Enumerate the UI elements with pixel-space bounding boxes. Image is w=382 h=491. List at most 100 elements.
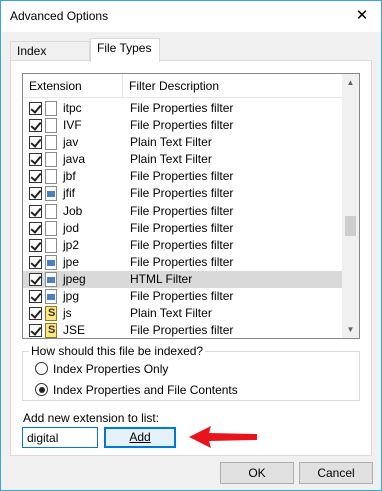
list-item[interactable]: jav Plain Text Filter: [23, 134, 343, 151]
filter-description-cell: File Properties filter: [130, 323, 234, 338]
extension-list[interactable]: Extension Filter Description itpc File Pr…: [22, 73, 360, 339]
new-extension-input[interactable]: [22, 427, 98, 448]
column-header-filter-description[interactable]: Filter Description: [123, 74, 343, 98]
image-file-icon: [45, 186, 57, 202]
filter-description-cell: File Properties filter: [130, 289, 234, 304]
checkbox[interactable]: [29, 170, 42, 184]
filter-description-cell: File Properties filter: [130, 118, 234, 133]
list-item[interactable]: js Plain Text Filter: [23, 305, 343, 322]
filter-description-cell: File Properties filter: [130, 169, 234, 184]
filter-description-cell: Plain Text Filter: [130, 306, 212, 321]
file-icon: [45, 101, 57, 116]
checkbox[interactable]: [29, 272, 42, 286]
filter-description-cell: Plain Text Filter: [130, 152, 212, 167]
checkbox[interactable]: [29, 238, 42, 252]
checkbox[interactable]: [29, 290, 42, 304]
red-arrow-annotation: [189, 426, 257, 448]
list-item[interactable]: jfif File Properties filter: [23, 185, 343, 202]
scroll-up-icon[interactable]: ▲: [342, 74, 359, 91]
checkbox[interactable]: [29, 221, 42, 235]
filter-description-cell: HTML Filter: [130, 271, 193, 286]
close-icon[interactable]: ✕: [351, 5, 373, 27]
extension-cell: jfif: [63, 186, 75, 201]
filter-description-cell: Plain Text Filter: [130, 135, 212, 150]
list-item[interactable]: IVF File Properties filter: [23, 117, 343, 134]
vertical-scrollbar[interactable]: ▲ ▼: [342, 74, 359, 338]
radio-label: Index Properties and File Contents: [53, 383, 238, 397]
checkbox[interactable]: [29, 119, 42, 133]
list-item[interactable]: jod File Properties filter: [23, 220, 343, 237]
scroll-down-icon[interactable]: ▼: [342, 321, 359, 338]
file-icon: [45, 169, 57, 185]
list-item[interactable]: jpeg HTML Filter: [23, 270, 343, 289]
scroll-thumb[interactable]: [345, 216, 356, 236]
extension-cell: jp2: [63, 237, 80, 252]
file-icon: [45, 135, 57, 151]
filter-description-cell: File Properties filter: [130, 101, 234, 115]
filter-description-cell: File Properties filter: [130, 220, 234, 235]
tab-label: File Types: [97, 41, 152, 55]
extension-cell: Job: [63, 203, 83, 218]
index-method-group: How should this file be indexed? Index P…: [22, 344, 360, 401]
extension-cell: jpeg: [63, 271, 86, 286]
checkbox[interactable]: [29, 102, 42, 115]
extension-cell: jpe: [63, 254, 80, 269]
checkbox[interactable]: [29, 204, 42, 218]
file-icon: [45, 152, 57, 168]
tab-file-types[interactable]: File Types: [90, 38, 160, 62]
list-item[interactable]: jp2 File Properties filter: [23, 237, 343, 254]
extension-cell: jod: [63, 220, 80, 235]
checkbox[interactable]: [29, 187, 42, 201]
file-icon: [45, 237, 57, 253]
window-title: Advanced Options: [10, 9, 109, 23]
add-extension-label: Add new extension to list:: [23, 411, 160, 425]
list-item[interactable]: jbf File Properties filter: [23, 168, 343, 185]
image-file-icon: [45, 254, 57, 270]
checkbox[interactable]: [29, 324, 42, 338]
group-legend: How should this file be indexed?: [29, 344, 206, 358]
extension-cell: jbf: [63, 169, 76, 184]
file-icon: [45, 118, 57, 134]
column-header-extension[interactable]: Extension: [23, 74, 123, 98]
tab-index-settings[interactable]: Index Settings: [10, 41, 90, 76]
image-file-icon: [45, 271, 57, 287]
script-file-icon: [45, 305, 57, 322]
filter-description-cell: File Properties filter: [130, 237, 234, 252]
list-item[interactable]: jpe File Properties filter: [23, 254, 343, 271]
radio-label: Index Properties Only: [53, 362, 169, 376]
ok-button[interactable]: OK: [220, 462, 294, 484]
checkbox[interactable]: [29, 255, 42, 269]
add-button-label: Add: [129, 430, 151, 444]
extension-cell: itpc: [63, 101, 82, 115]
list-item[interactable]: itpc File Properties filter: [23, 100, 343, 117]
add-button[interactable]: Add: [104, 427, 176, 448]
list-header: Extension Filter Description: [23, 74, 343, 98]
extension-cell: jpg: [63, 289, 80, 304]
checkbox[interactable]: [29, 153, 42, 167]
list-rows: itpc File Properties filter IVF File Proper…: [23, 100, 343, 338]
radio-index-properties-and-contents[interactable]: Index Properties and File Contents: [35, 381, 285, 399]
list-item[interactable]: java Plain Text Filter: [23, 151, 343, 168]
radio-index-properties-only[interactable]: Index Properties Only: [35, 360, 285, 378]
extension-cell: IVF: [63, 118, 82, 133]
checkbox[interactable]: [29, 307, 42, 321]
extension-cell: js: [63, 306, 72, 321]
radio-dot[interactable]: [35, 383, 48, 396]
checkbox[interactable]: [29, 136, 42, 150]
file-icon: [45, 220, 57, 236]
radio-dot[interactable]: [35, 362, 48, 375]
extension-cell: java: [63, 152, 86, 167]
list-item[interactable]: Job File Properties filter: [23, 203, 343, 220]
extension-cell: jav: [63, 135, 79, 150]
advanced-options-dialog: Advanced Options ✕ Index Settings File T…: [0, 0, 382, 491]
extension-cell: JSE: [63, 323, 86, 338]
cancel-button-label: Cancel: [317, 466, 355, 480]
filter-description-cell: File Properties filter: [130, 254, 234, 269]
filter-description-cell: File Properties filter: [130, 186, 234, 201]
list-item[interactable]: JSE File Properties filter: [23, 322, 343, 338]
script-file-icon: [45, 322, 57, 338]
file-types-panel: Extension Filter Description itpc File Pr…: [10, 60, 372, 456]
cancel-button[interactable]: Cancel: [299, 462, 373, 484]
title-bar: Advanced Options ✕: [1, 1, 381, 32]
list-item[interactable]: jpg File Properties filter: [23, 288, 343, 305]
